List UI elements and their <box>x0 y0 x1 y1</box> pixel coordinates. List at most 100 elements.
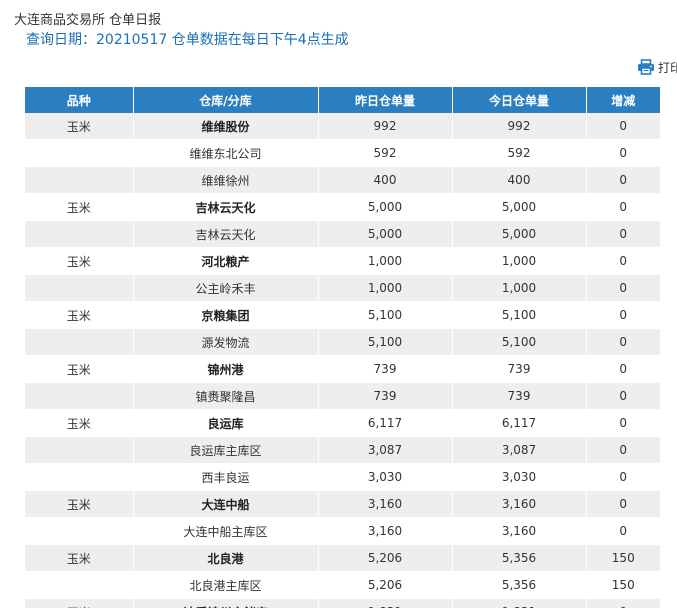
warehouse-receipt-report-page: 大连商品交易所 仓单日报 查询日期：20210517 仓单数据在每日下午4点生成… <box>0 0 677 608</box>
cell-today-qty: 592 <box>452 139 587 167</box>
warehouse-receipt-table: 品种 仓库/分库 昨日仓单量 今日仓单量 增减 玉米 维维股份 992 992 0 维维东… <box>25 87 660 608</box>
cell-variety <box>25 436 134 464</box>
cell-today-qty: 3,160 <box>452 517 587 545</box>
table-row: 玉米 京粮集团 5,100 5,100 0 <box>25 301 660 329</box>
cell-today-qty: 3,030 <box>452 463 587 491</box>
cell-yesterday-qty: 739 <box>318 382 453 410</box>
cell-yesterday-qty: 5,206 <box>318 571 453 599</box>
table-row: 玉米达孚锦州仓储库1,8311,8310 <box>25 598 660 608</box>
cell-variety: 玉米 <box>25 490 134 518</box>
cell-yesterday-qty: 5,100 <box>318 328 453 356</box>
cell-change: 0 <box>586 382 660 410</box>
print-button[interactable]: 打印 <box>637 58 677 76</box>
cell-warehouse: 大连中船 <box>133 490 319 518</box>
cell-yesterday-qty: 5,206 <box>318 544 453 572</box>
cell-today-qty: 3,087 <box>452 436 587 464</box>
cell-warehouse: 大连中船主库区 <box>133 517 319 545</box>
printer-icon <box>637 59 655 75</box>
cell-yesterday-qty: 592 <box>318 139 453 167</box>
cell-today-qty: 3,160 <box>452 490 587 518</box>
cell-yesterday-qty: 992 <box>318 113 453 140</box>
cell-yesterday-qty: 400 <box>318 166 453 194</box>
cell-warehouse: 河北粮产 <box>133 247 319 275</box>
table-row: 大连中船主库区 3,160 3,160 0 <box>25 517 660 545</box>
cell-today-qty: 6,117 <box>452 409 587 437</box>
table-row: 北良港主库区 5,206 5,356 150 <box>25 571 660 599</box>
table-row: 维维徐州 400 400 0 <box>25 166 660 194</box>
cell-yesterday-qty: 6,117 <box>318 409 453 437</box>
cell-variety: 玉米 <box>25 247 134 275</box>
cell-yesterday-qty: 3,160 <box>318 517 453 545</box>
cell-change: 150 <box>586 571 660 599</box>
cell-warehouse: 维维徐州 <box>133 166 319 194</box>
cell-variety <box>25 571 134 599</box>
cell-change: 0 <box>586 301 660 329</box>
column-header-change: 增减 <box>586 87 660 113</box>
cell-yesterday-qty: 1,000 <box>318 247 453 275</box>
column-header-today: 今日仓单量 <box>452 87 587 113</box>
cell-change: 0 <box>586 328 660 356</box>
cell-yesterday-qty: 3,087 <box>318 436 453 464</box>
cell-warehouse: 吉林云天化 <box>133 193 319 221</box>
cell-variety: 玉米 <box>25 193 134 221</box>
cell-warehouse: 维维股份 <box>133 113 319 140</box>
cell-change: 0 <box>586 463 660 491</box>
cell-warehouse: 北良港 <box>133 544 319 572</box>
cell-today-qty: 5,000 <box>452 220 587 248</box>
cell-change: 0 <box>586 247 660 275</box>
cell-today-qty: 992 <box>452 113 587 140</box>
cell-yesterday-qty: 5,100 <box>318 301 453 329</box>
table-row: 玉米 大连中船 3,160 3,160 0 <box>25 490 660 518</box>
cell-yesterday-qty: 739 <box>318 355 453 383</box>
cell-change: 0 <box>586 220 660 248</box>
cell-warehouse: 京粮集团 <box>133 301 319 329</box>
cell-warehouse: 维维东北公司 <box>133 139 319 167</box>
cell-change: 0 <box>586 598 660 608</box>
table-row: 玉米 维维股份 992 992 0 <box>25 113 660 140</box>
cell-warehouse: 源发物流 <box>133 328 319 356</box>
cell-variety <box>25 328 134 356</box>
cell-today-qty: 1,831 <box>452 598 587 608</box>
cell-warehouse: 良运库主库区 <box>133 436 319 464</box>
cell-yesterday-qty: 3,160 <box>318 490 453 518</box>
cell-yesterday-qty: 3,030 <box>318 463 453 491</box>
table-row: 公主岭禾丰 1,000 1,000 0 <box>25 274 660 302</box>
cell-today-qty: 739 <box>452 355 587 383</box>
cell-today-qty: 739 <box>452 382 587 410</box>
cell-warehouse: 锦州港 <box>133 355 319 383</box>
table-row: 玉米 吉林云天化 5,000 5,000 0 <box>25 193 660 221</box>
table-row: 玉米 锦州港 739 739 0 <box>25 355 660 383</box>
cell-yesterday-qty: 1,831 <box>318 598 453 608</box>
cell-change: 150 <box>586 544 660 572</box>
cell-change: 0 <box>586 274 660 302</box>
cell-warehouse: 吉林云天化 <box>133 220 319 248</box>
cell-variety <box>25 463 134 491</box>
cell-change: 0 <box>586 139 660 167</box>
page-title: 大连商品交易所 仓单日报 <box>14 13 162 28</box>
cell-change: 0 <box>586 355 660 383</box>
cell-today-qty: 5,000 <box>452 193 587 221</box>
cell-change: 0 <box>586 436 660 464</box>
cell-today-qty: 400 <box>452 166 587 194</box>
cell-variety <box>25 220 134 248</box>
cell-warehouse: 达孚锦州仓储库 <box>133 598 319 608</box>
cell-change: 0 <box>586 409 660 437</box>
cell-change: 0 <box>586 517 660 545</box>
column-header-warehouse: 仓库/分库 <box>133 87 319 113</box>
cell-today-qty: 5,100 <box>452 301 587 329</box>
table-row: 源发物流 5,100 5,100 0 <box>25 328 660 356</box>
cell-variety <box>25 274 134 302</box>
cell-change: 0 <box>586 113 660 140</box>
table-row: 良运库主库区 3,087 3,087 0 <box>25 436 660 464</box>
table-row: 西丰良运 3,030 3,030 0 <box>25 463 660 491</box>
table-row: 镇赉聚隆昌 739 739 0 <box>25 382 660 410</box>
table-body: 玉米 维维股份 992 992 0 维维东北公司 592 592 0 维维徐州 400 400 0 玉米吉… <box>25 113 660 608</box>
cell-warehouse: 镇赉聚隆昌 <box>133 382 319 410</box>
column-header-yesterday: 昨日仓单量 <box>318 87 453 113</box>
cell-variety <box>25 166 134 194</box>
cell-variety: 玉米 <box>25 113 134 140</box>
print-label: 打印 <box>658 60 677 75</box>
cell-variety <box>25 382 134 410</box>
cell-today-qty: 5,100 <box>452 328 587 356</box>
cell-variety: 玉米 <box>25 598 134 608</box>
